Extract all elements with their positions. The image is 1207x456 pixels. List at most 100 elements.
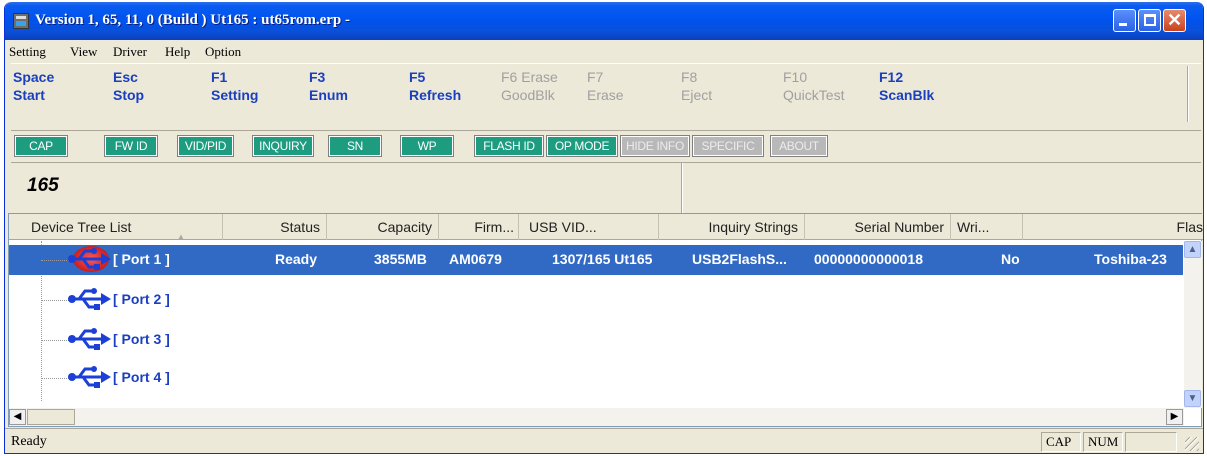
firmware-cell: AM0679 [449, 251, 502, 267]
fkey-key: F1 [211, 69, 228, 85]
scroll-right-button[interactable]: ▶ [1166, 409, 1183, 425]
column-serial-number[interactable]: Serial Number [805, 214, 951, 240]
title-bar[interactable]: Version 1, 65, 11, 0 (Build ) Ut165 : ut… [5, 2, 1203, 40]
tab-sn[interactable]: SN [328, 135, 382, 157]
info-tab-row: CAP FW ID VID/PID INQUIRY SN WP FLASH ID… [11, 132, 841, 160]
fkey-key: F8 [681, 69, 698, 85]
app-window: Version 1, 65, 11, 0 (Build ) Ut165 : ut… [4, 2, 1204, 454]
column-usb-vid[interactable]: USB VID... [519, 214, 659, 240]
fkey-label: Eject [681, 87, 713, 103]
fkey-key: F5 [409, 69, 426, 85]
horizontal-scrollbar[interactable]: ◀ ▶ [9, 408, 1184, 426]
horizontal-scroll-thumb[interactable] [27, 409, 75, 425]
tab-vid-pid[interactable]: VID/PID [177, 135, 234, 157]
column-inquiry-strings[interactable]: Inquiry Strings [659, 214, 805, 240]
app-icon[interactable] [13, 13, 29, 29]
tab-hide-info[interactable]: HIDE INFO [620, 135, 690, 157]
fkey-key: F12 [879, 69, 904, 85]
tab-inquiry[interactable]: INQUIRY [252, 135, 314, 157]
minimize-icon [1119, 23, 1127, 26]
fkey-key: Space [13, 69, 55, 85]
column-capacity[interactable]: Capacity [327, 214, 439, 240]
tab-specific[interactable]: SPECIFIC [692, 135, 764, 157]
inquiry-cell: USB2FlashS... [692, 251, 787, 267]
tree-branch [41, 260, 69, 261]
device-list: Device Tree List ▲ Status Capacity Firm.… [8, 213, 1203, 427]
erase-button[interactable]: F7 Erase [587, 68, 624, 104]
tree-branch [41, 340, 69, 341]
status-bar: Ready CAP NUM [5, 428, 1203, 453]
minimize-button[interactable] [1113, 9, 1136, 32]
fkey-label: Enum [309, 87, 348, 103]
tab-fw-id[interactable]: FW ID [104, 135, 158, 157]
menu-view[interactable]: View [70, 44, 97, 60]
usb-vid-cell: 1307/165 Ut165 [552, 251, 653, 267]
resize-grip-icon[interactable] [1185, 437, 1199, 451]
maximize-icon [1144, 14, 1156, 26]
table-row[interactable]: [ Port 2 ] [9, 285, 1183, 315]
list-rows: [ Port 1 ] Ready 3855MB AM0679 1307/165 … [9, 241, 1183, 401]
port-label: [ Port 4 ] [113, 369, 170, 385]
tab-op-mode[interactable]: OP MODE [546, 135, 618, 157]
scanblk-button[interactable]: F12 ScanBlk [879, 68, 934, 104]
function-key-toolbar: Space Start Esc Stop F1 Setting F3 Enum … [11, 63, 1201, 131]
num-indicator: NUM [1083, 432, 1123, 452]
serial-cell: 00000000000018 [814, 251, 924, 267]
vertical-scrollbar[interactable]: ▲ ▼ [1184, 241, 1202, 408]
status-text: Ready [11, 434, 47, 449]
fkey-label: Stop [113, 87, 145, 103]
model-number: 165 [27, 175, 59, 196]
column-device-tree[interactable]: Device Tree List ▲ [9, 214, 223, 240]
table-row[interactable]: [ Port 1 ] Ready 3855MB AM0679 1307/165 … [9, 245, 1183, 275]
tab-cap[interactable]: CAP [14, 135, 68, 157]
refresh-button[interactable]: F5 Refresh [409, 68, 461, 104]
usb-icon [68, 248, 111, 270]
column-write-protect[interactable]: Wri... [951, 214, 1023, 240]
list-header: Device Tree List ▲ Status Capacity Firm.… [9, 214, 1203, 240]
scroll-left-button[interactable]: ◀ [9, 409, 26, 425]
close-button[interactable]: ✕ [1163, 9, 1186, 32]
status-cell: Ready [275, 251, 318, 267]
fkey-label: Setting [211, 87, 259, 103]
fkey-label: Start [13, 87, 45, 103]
start-button[interactable]: Space Start [13, 68, 54, 104]
usb-icon [68, 328, 111, 350]
menu-setting[interactable]: Setting [9, 44, 46, 60]
scroll-down-button[interactable]: ▼ [1184, 390, 1201, 407]
cap-indicator: CAP [1041, 432, 1081, 452]
erase-goodblk-button[interactable]: F6 Erase GoodBlk [501, 68, 558, 104]
tab-flash-id[interactable]: FLASH ID [474, 135, 544, 157]
fkey-key: F3 [309, 69, 326, 85]
port-label: [ Port 1 ] [113, 251, 170, 267]
menu-driver[interactable]: Driver [113, 44, 147, 60]
column-firmware[interactable]: Firm... [439, 214, 519, 240]
setting-button[interactable]: F1 Setting [211, 68, 258, 104]
menu-help[interactable]: Help [165, 44, 190, 60]
column-flash[interactable]: Flas [1023, 214, 1203, 240]
table-row[interactable]: [ Port 3 ] [9, 325, 1183, 355]
port-label: [ Port 3 ] [113, 331, 170, 347]
menu-option[interactable]: Option [205, 44, 241, 60]
tree-branch [41, 300, 69, 301]
fkey-key: F6 Erase [501, 69, 558, 85]
column-status[interactable]: Status [223, 214, 327, 240]
close-icon: ✕ [1167, 10, 1183, 30]
flash-cell: Toshiba-23 [1094, 251, 1167, 267]
tab-wp[interactable]: WP [400, 135, 454, 157]
fkey-label: GoodBlk [501, 87, 555, 103]
tab-about[interactable]: ABOUT [770, 135, 828, 157]
fkey-label: QuickTest [783, 87, 845, 103]
enum-button[interactable]: F3 Enum [309, 68, 348, 104]
info-divider [681, 163, 683, 213]
info-panel: 165 [11, 162, 1201, 213]
table-row[interactable]: [ Port 4 ] [9, 363, 1183, 393]
eject-button[interactable]: F8 Eject [681, 68, 712, 104]
capacity-cell: 3855MB [374, 251, 427, 267]
fkey-key: F10 [783, 69, 808, 85]
quicktest-button[interactable]: F10 QuickTest [783, 68, 844, 104]
scroll-up-button[interactable]: ▲ [1184, 241, 1201, 258]
toolbar-divider [1187, 66, 1189, 122]
maximize-button[interactable] [1138, 9, 1161, 32]
usb-icon [68, 288, 111, 310]
stop-button[interactable]: Esc Stop [113, 68, 144, 104]
